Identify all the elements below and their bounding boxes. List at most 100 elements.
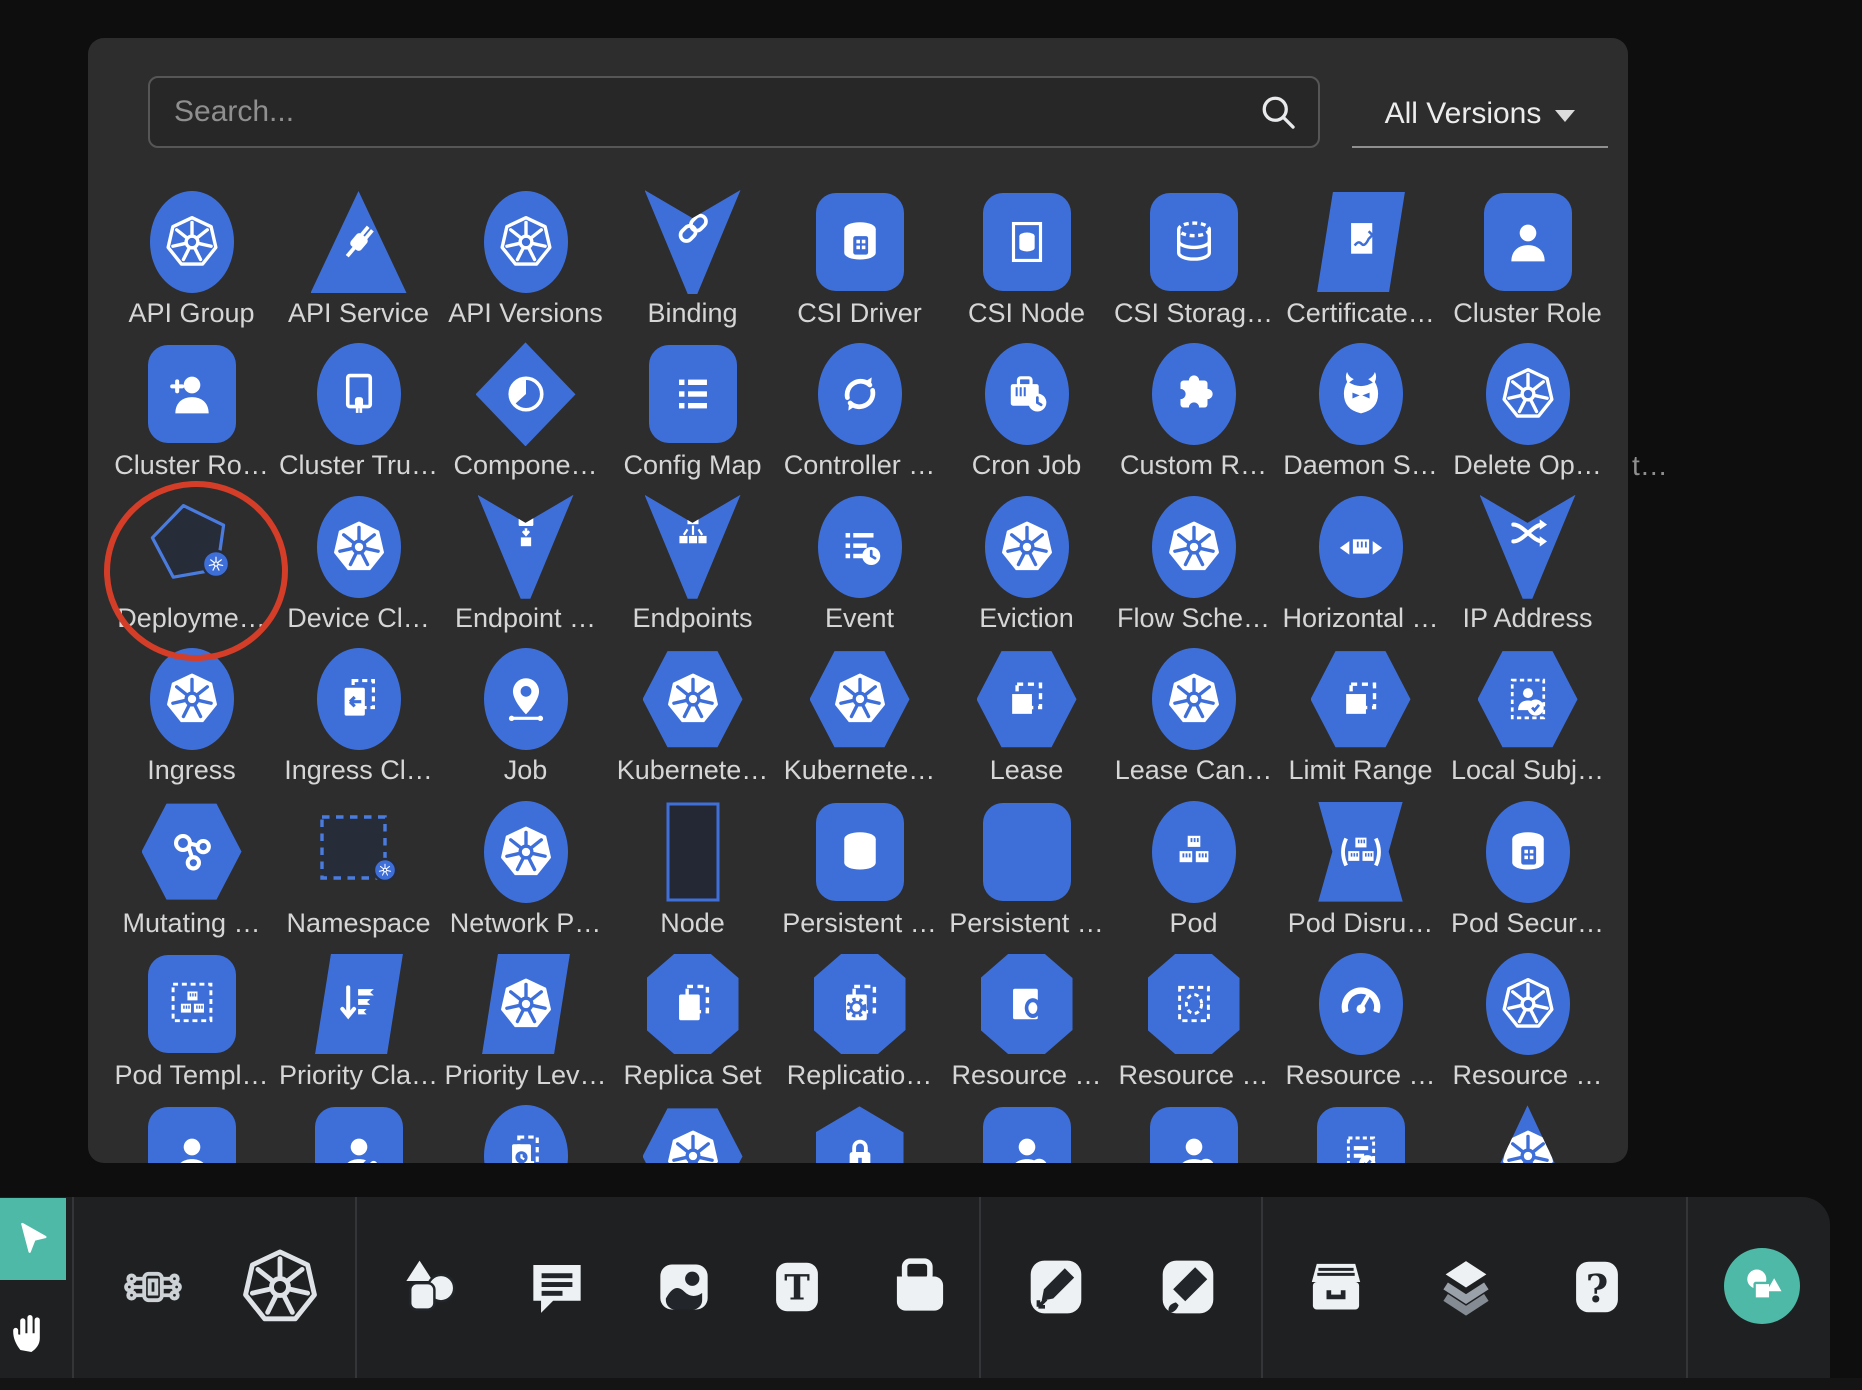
grid-item-lock-icon[interactable] [776, 1104, 943, 1163]
grid-item-document-check-icon[interactable] [1277, 1104, 1444, 1163]
grid-item-horizontal-pod-autoscaler[interactable]: Horizontal … [1277, 495, 1444, 647]
toolbar-insert-shapes-button[interactable] [1724, 1248, 1800, 1324]
lease-candidate-icon [1152, 648, 1236, 750]
svg-text:?: ? [1586, 1267, 1609, 1312]
grid-item-resource-claim-template[interactable]: Resource … [1110, 952, 1277, 1104]
api-group-icon [150, 191, 234, 293]
grid-item-resource-slice[interactable]: Resource … [1444, 952, 1611, 1104]
grid-item-job[interactable]: Job [442, 647, 609, 799]
grid-item-custom-resource-definition[interactable]: Custom R… [1110, 342, 1277, 494]
grid-item-flow-schema[interactable]: Flow Sche… [1110, 495, 1277, 647]
flow-schema-icon [1152, 496, 1236, 598]
grid-item-certificate-signing-request[interactable]: Certificate… [1277, 190, 1444, 342]
grid-item-endpoints[interactable]: Endpoints [609, 495, 776, 647]
grid-item-replica-set[interactable]: Replica Set [609, 952, 776, 1104]
grid-item-pod-template[interactable]: Pod Templ… [108, 952, 275, 1104]
toolbar-tool-pen[interactable] [1016, 1247, 1096, 1327]
toolbar-tool-select[interactable] [0, 1198, 66, 1280]
grid-item-label: Namespace [286, 906, 430, 940]
grid-item-csi-node[interactable]: CSI Node [943, 190, 1110, 342]
grid-item-label: Resource … [1118, 1058, 1268, 1092]
grid-item-kubernetes-triangle-icon[interactable] [1444, 1104, 1611, 1163]
toolbar-tool-text[interactable]: T [757, 1247, 837, 1327]
grid-item-local-subject-access-review[interactable]: Local Subj… [1444, 647, 1611, 799]
grid-item-label: Resource … [1452, 1058, 1602, 1092]
custom-resource-definition-icon [1152, 343, 1236, 445]
grid-item-node[interactable]: Node [609, 800, 776, 952]
toolbar-tool-help[interactable]: ? [1557, 1247, 1637, 1327]
grid-item-cluster-role-binding[interactable]: Cluster Ro… [108, 342, 275, 494]
toolbar-tool-kubernetes[interactable] [240, 1247, 320, 1327]
grid-item-delete-options[interactable]: Delete Op… [1444, 342, 1611, 494]
grid-item-limit-range[interactable]: Limit Range [1277, 647, 1444, 799]
grid-item-cron-job[interactable]: Cron Job [943, 342, 1110, 494]
grid-item-label: Ingress [147, 753, 236, 787]
toolbar-tool-comment[interactable] [517, 1247, 597, 1327]
delete-options-icon [1486, 343, 1570, 445]
grid-item-mutating-webhook[interactable]: Mutating … [108, 800, 275, 952]
grid-item-api-versions[interactable]: API Versions [442, 190, 609, 342]
grid-item-replication-controller[interactable]: Replicatio… [776, 952, 943, 1104]
grid-item-api-group[interactable]: API Group [108, 190, 275, 342]
grid-item-device-class[interactable]: Device Cl… [275, 495, 442, 647]
grid-item-resource-quota[interactable]: Resource … [1277, 952, 1444, 1104]
toolbar-tool-pan[interactable] [2, 1299, 58, 1365]
grid-item-priority-level-configuration[interactable]: Priority Lev… [442, 952, 609, 1104]
grid-item-resource-claim[interactable]: Resource … [943, 952, 1110, 1104]
grid-item-daemon-set[interactable]: Daemon S… [1277, 342, 1444, 494]
grid-item-person-link-icon[interactable] [275, 1104, 442, 1163]
grid-item-csi-driver[interactable]: CSI Driver [776, 190, 943, 342]
grid-item-lease-candidate[interactable]: Lease Can… [1110, 647, 1277, 799]
grid-item-config-map[interactable]: Config Map [609, 342, 776, 494]
csi-driver-icon [816, 193, 904, 291]
toolbar-tool-note[interactable] [880, 1247, 960, 1327]
grid-item-csi-storage-capacity[interactable]: CSI Storag… [1110, 190, 1277, 342]
grid-item-endpoint-slice[interactable]: Endpoint … [442, 495, 609, 647]
grid-item-person-check-icon[interactable] [1110, 1104, 1277, 1163]
grid-item-namespace[interactable]: Namespace [275, 800, 442, 952]
grid-item-label: Delete Op… [1453, 448, 1602, 482]
search-input[interactable] [150, 95, 1256, 129]
grid-item-persistent-volume[interactable]: Persistent … [776, 800, 943, 952]
grid-item-kubernetes[interactable]: Kubernete… [776, 647, 943, 799]
grid-item-pod-security[interactable]: Pod Secur… [1444, 800, 1611, 952]
grid-item-label: Flow Sche… [1117, 601, 1270, 635]
grid-item-eviction[interactable]: Eviction [943, 495, 1110, 647]
toolbar-tool-shapes[interactable] [390, 1247, 470, 1327]
grid-item-ingress[interactable]: Ingress [108, 647, 275, 799]
grid-item-person-icon[interactable] [108, 1104, 275, 1163]
grid-item-persistent-volume-claim[interactable]: Persistent … [943, 800, 1110, 952]
grid-item-network-policy[interactable]: Network P… [442, 800, 609, 952]
grid-item-cluster-role[interactable]: Cluster Role [1444, 190, 1611, 342]
grid-item-label: Deployme… [117, 601, 266, 635]
grid-item-api-service[interactable]: API Service [275, 190, 442, 342]
grid-item-lease[interactable]: Lease [943, 647, 1110, 799]
grid-item-label: API Group [128, 296, 254, 330]
grid-item-component-status[interactable]: Compone… [442, 342, 609, 494]
cluster-role-icon [1484, 193, 1572, 291]
version-filter-dropdown[interactable]: All Versions [1352, 82, 1608, 148]
toolbar-tool-archive[interactable] [1296, 1247, 1376, 1327]
grid-item-ip-address[interactable]: IP Address [1444, 495, 1611, 647]
search-box[interactable] [148, 76, 1320, 148]
grid-item-pod[interactable]: Pod [1110, 800, 1277, 952]
grid-item-binding[interactable]: Binding [609, 190, 776, 342]
grid-item-deployment[interactable]: Deployme… [108, 495, 275, 647]
comment-icon [524, 1254, 590, 1320]
toolbar-tool-image[interactable] [644, 1247, 724, 1327]
grid-item-cluster-trust-bundle[interactable]: Cluster Tru… [275, 342, 442, 494]
toolbar-tool-layers[interactable] [1426, 1247, 1506, 1327]
toolbar-divider [1686, 1197, 1688, 1378]
grid-item-priority-class[interactable]: Priority Cla… [275, 952, 442, 1104]
toolbar-tool-pencil[interactable] [1148, 1247, 1228, 1327]
grid-item-kubernetes-hex-icon[interactable] [609, 1104, 776, 1163]
grid-item-pages-clock-icon[interactable] [442, 1104, 609, 1163]
chevron-down-icon [1555, 110, 1575, 122]
toolbar-tool-circuit[interactable] [113, 1247, 193, 1327]
grid-item-person-check-icon[interactable] [943, 1104, 1110, 1163]
grid-item-kubernetes[interactable]: Kubernete… [609, 647, 776, 799]
grid-item-ingress-class[interactable]: Ingress Cl… [275, 647, 442, 799]
grid-item-event[interactable]: Event [776, 495, 943, 647]
grid-item-pod-disruption-budget[interactable]: Pod Disru… [1277, 800, 1444, 952]
grid-item-controller-revision[interactable]: Controller … [776, 342, 943, 494]
